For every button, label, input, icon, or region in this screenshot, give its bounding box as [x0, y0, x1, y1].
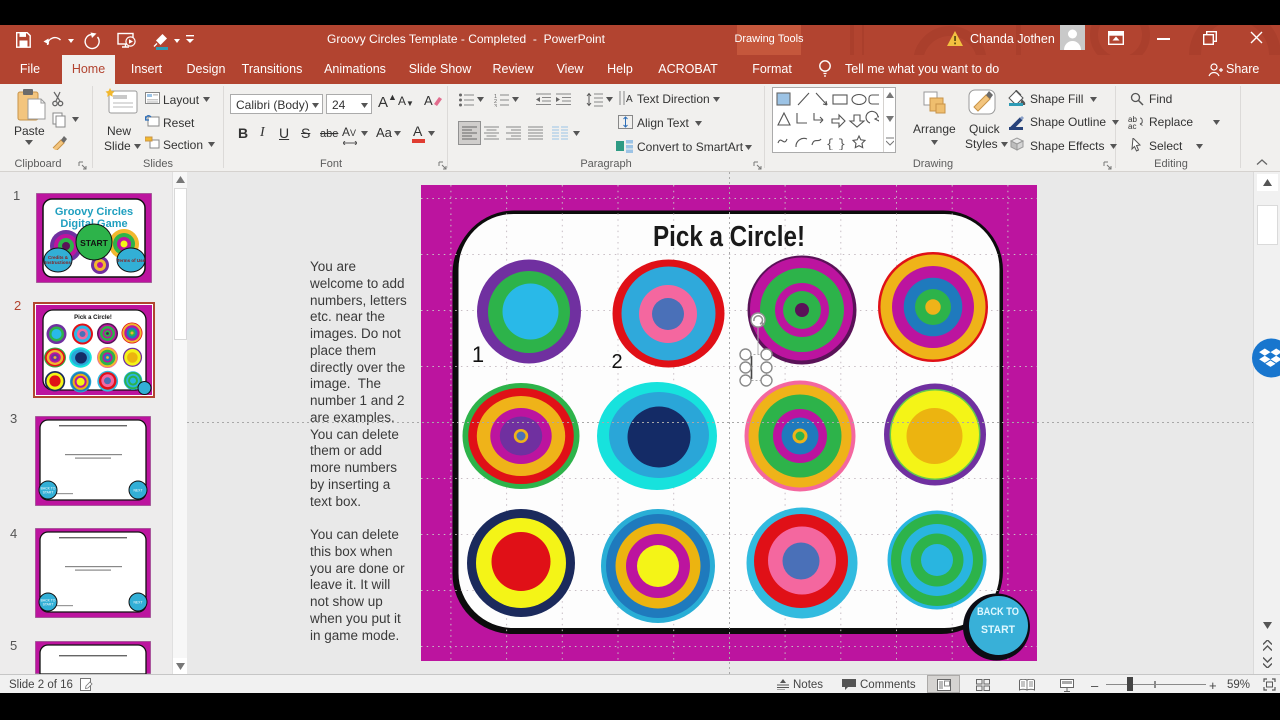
svg-text:START: START: [80, 238, 109, 248]
svg-text:1: 1: [472, 342, 484, 367]
svg-text:}: }: [838, 137, 846, 150]
svg-text:START: START: [43, 491, 54, 495]
svg-text:BACK TO: BACK TO: [977, 606, 1019, 618]
svg-text:Instructions: Instructions: [45, 260, 71, 265]
svg-text:START: START: [43, 603, 54, 607]
svg-text:A: A: [626, 94, 633, 105]
svg-text:START: START: [981, 624, 1015, 636]
svg-text:NEXT: NEXT: [133, 489, 142, 493]
svg-text:A: A: [424, 93, 433, 108]
svg-text:2: 2: [611, 351, 622, 373]
svg-text:{: {: [826, 137, 834, 150]
svg-text:NEXT: NEXT: [133, 601, 142, 605]
svg-text:Groovy Circles: Groovy Circles: [55, 206, 133, 218]
svg-text:Terms of Use: Terms of Use: [117, 258, 146, 263]
svg-text:ac: ac: [1128, 122, 1136, 129]
svg-text:Pick a Circle!: Pick a Circle!: [74, 315, 112, 321]
svg-text:3: 3: [494, 104, 497, 107]
